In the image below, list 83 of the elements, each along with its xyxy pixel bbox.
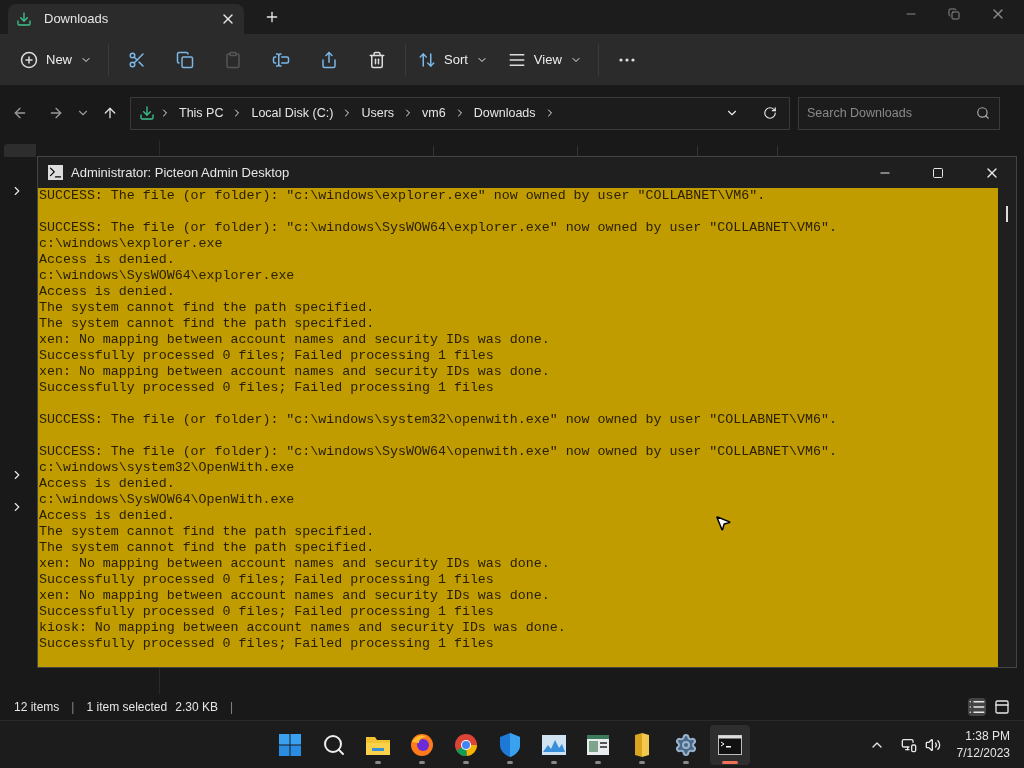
console-line: xen: No mapping between account names and security IDs was done. <box>39 588 550 604</box>
console-line: Access is denied. <box>39 476 175 492</box>
cut-icon <box>128 50 146 69</box>
console-icon <box>48 165 63 180</box>
refresh-icon[interactable] <box>763 106 777 120</box>
fox-browser-icon <box>410 732 434 757</box>
volume-icon[interactable] <box>924 736 941 753</box>
shield-icon <box>498 731 522 758</box>
sort-icon <box>418 50 436 69</box>
search-field[interactable]: Search Downloads <box>798 96 1000 130</box>
tab-title: Downloads <box>44 10 110 29</box>
console-line: The system cannot find the path specified. <box>39 540 375 556</box>
console-line: xen: No mapping between account names and security IDs was done. <box>39 332 550 348</box>
console-line: The system cannot find the path specified. <box>39 316 375 332</box>
console-line: The system cannot find the path specified. <box>39 300 375 316</box>
console-line: The system cannot find the path specified. <box>39 524 375 540</box>
console-line: Access is denied. <box>39 508 175 524</box>
search-icon <box>322 732 346 757</box>
console-line: c:\windows\SysWOW64\OpenWith.exe <box>39 492 295 508</box>
window-title: Administrator: Picteon Admin Desktop <box>71 163 291 182</box>
round-browser-icon <box>454 732 478 757</box>
folder-icon <box>633 731 651 758</box>
console-line: SUCCESS: The file (or folder): "c:\windows\explorer.exe" now owned by user "COLLABNET\VM6". <box>39 188 766 204</box>
terminal-icon <box>718 734 742 755</box>
maximize-icon[interactable] <box>932 166 944 179</box>
breadcrumb-item[interactable]: vm6 <box>418 103 450 123</box>
console-line: kiosk: No mapping between account names and security IDs was done. <box>39 620 566 636</box>
breadcrumb-item[interactable]: Local Disk (C:) <box>247 103 338 123</box>
chart-window-icon <box>541 733 567 756</box>
address-bar[interactable]: This PC Local Disk (C:) Users vm6 Downloads <box>130 96 790 130</box>
new-button[interactable]: New <box>12 41 100 78</box>
cursor-icon <box>714 514 732 532</box>
scrollbar[interactable] <box>998 188 1016 667</box>
windows-logo-icon <box>278 732 302 757</box>
clock-time[interactable]: 1:38 PM <box>965 727 1010 745</box>
window-icon <box>586 733 610 756</box>
gear-icon <box>674 732 698 757</box>
more-icon <box>618 57 635 62</box>
console-line: Successfully processed 0 files; Failed processing 1 files <box>39 636 494 652</box>
console-line: SUCCESS: The file (or folder): "c:\windows\system32\openwith.exe" now owned by user "COLLABNET\VM6". <box>39 412 837 428</box>
rename-icon <box>272 50 290 69</box>
console-line: c:\windows\SysWOW64\explorer.exe <box>39 268 295 284</box>
clock-date[interactable]: 7/12/2023 <box>956 744 1010 762</box>
network-icon[interactable] <box>900 736 917 753</box>
console-line: xen: No mapping between account names and security IDs was done. <box>39 364 550 380</box>
console-line: SUCCESS: The file (or folder): "c:\windows\SysWOW64\explorer.exe" now owned by user "COLLABNET\VM6". <box>39 220 837 236</box>
forward-icon[interactable] <box>48 105 64 121</box>
status-separator: | <box>229 699 234 716</box>
taskbar-app[interactable] <box>710 724 750 765</box>
console-line: Successfully processed 0 files; Failed processing 1 files <box>39 380 494 396</box>
status-text: 1 item selected <box>86 699 168 716</box>
view-button[interactable]: View <box>499 41 590 78</box>
restore-icon[interactable] <box>948 8 960 20</box>
new-tab-icon[interactable] <box>264 9 280 25</box>
console-line: Successfully processed 0 files; Failed processing 1 files <box>39 572 494 588</box>
download-icon <box>16 11 32 27</box>
console-line: Access is denied. <box>39 252 175 268</box>
console-line: Successfully processed 0 files; Failed processing 1 files <box>39 348 494 364</box>
console-line: xen: No mapping between account names and security IDs was done. <box>39 556 550 572</box>
delete-icon <box>368 50 386 69</box>
breadcrumb-item[interactable]: This PC <box>175 103 228 123</box>
console-line: SUCCESS: The file (or folder): "c:\windows\SysWOW64\openwith.exe" now owned by user "COLLABNET\VM6". <box>39 444 837 460</box>
breadcrumb-item[interactable]: Users <box>357 103 399 123</box>
console-line: c:\windows\explorer.exe <box>39 236 223 252</box>
search-icon <box>976 105 990 120</box>
status-text: 2.30 KB <box>175 699 218 716</box>
console-line: c:\windows\system32\OpenWith.exe <box>39 460 295 476</box>
share-icon <box>320 50 338 69</box>
up-icon[interactable] <box>102 105 118 121</box>
paste-icon <box>224 50 242 69</box>
sort-button[interactable]: Sort <box>410 41 496 78</box>
window-tab[interactable]: Downloads <box>8 4 244 34</box>
download-icon <box>139 105 155 121</box>
copy-icon <box>176 50 194 69</box>
back-icon[interactable] <box>12 105 28 121</box>
status-text: 12 items <box>14 699 60 716</box>
console-line: Access is denied. <box>39 284 175 300</box>
details-view-icon[interactable] <box>968 698 986 716</box>
console-line: Successfully processed 0 files; Failed processing 1 files <box>39 604 494 620</box>
breadcrumb-item[interactable]: Downloads <box>469 103 540 123</box>
new-icon <box>20 50 38 69</box>
tiles-view-icon[interactable] <box>994 699 1010 715</box>
status-separator: | <box>71 699 75 716</box>
